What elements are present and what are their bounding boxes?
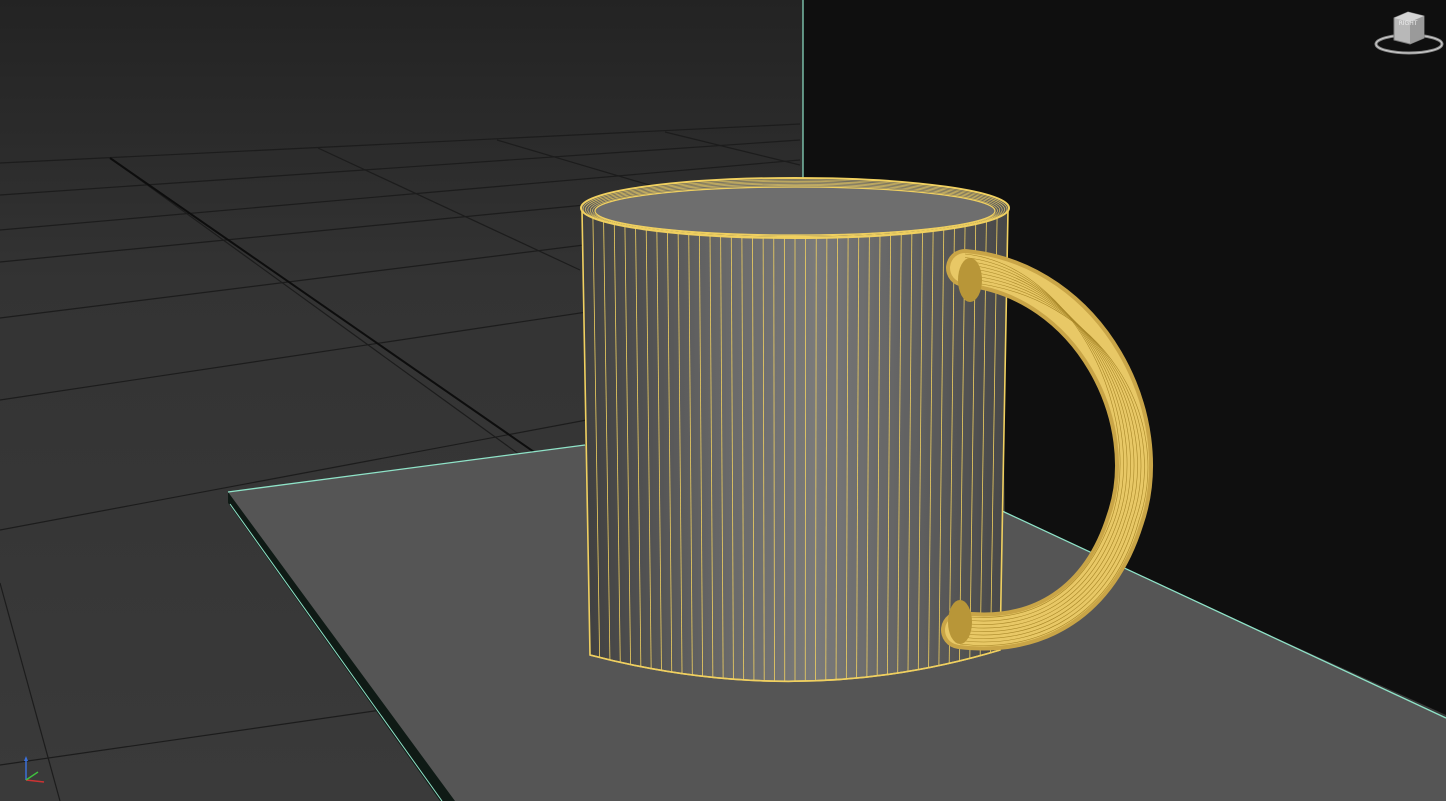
- viewcube-icon[interactable]: [1374, 8, 1444, 58]
- axis-tripod-icon: [24, 756, 45, 783]
- handle-joint-bottom: [948, 600, 972, 644]
- scene-canvas[interactable]: [0, 0, 1446, 801]
- viewcube[interactable]: RIGHT: [1374, 8, 1444, 58]
- perspective-viewport[interactable]: RIGHT: [0, 0, 1446, 801]
- mug-rim[interactable]: [580, 177, 1010, 239]
- handle-joint-top: [958, 258, 982, 302]
- axis-tripod: [14, 752, 58, 792]
